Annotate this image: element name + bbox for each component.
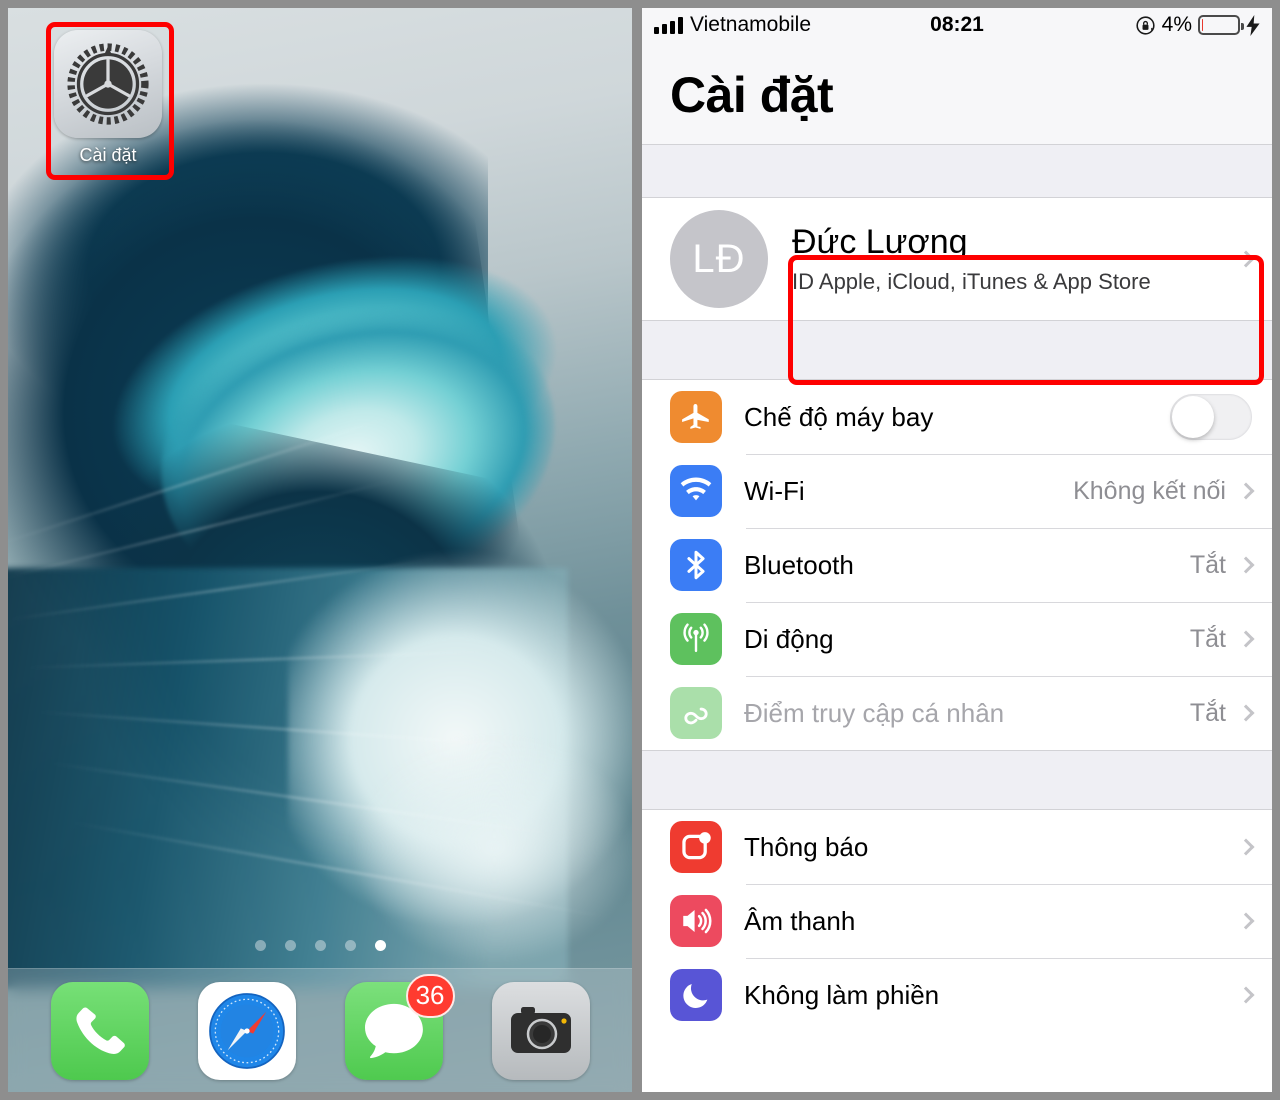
moon-icon <box>670 969 722 1021</box>
rotation-lock-icon <box>1135 15 1156 36</box>
signal-bars-icon <box>654 16 683 34</box>
status-bar: Vietnamobile 08:21 4% <box>642 8 1272 42</box>
account-name: Đức Lương <box>792 223 968 261</box>
settings-row-wifi[interactable]: Wi-Fi Không kết nối <box>642 454 1272 528</box>
page-dot-2[interactable] <box>284 940 296 951</box>
home-app-settings[interactable]: Cài đặt <box>44 30 172 180</box>
messages-badge: 36 <box>405 973 455 1018</box>
chevron-right-icon <box>1237 482 1255 500</box>
section-gap-top <box>642 144 1272 198</box>
carrier-name: Vietnamobile <box>690 13 812 36</box>
apple-id-row[interactable]: LĐ Đức Lương ID Apple, iCloud, iTunes & … <box>642 198 1272 320</box>
settings-row-hotspot[interactable]: Điểm truy cập cá nhân Tắt <box>642 676 1272 750</box>
settings-gear-icon[interactable] <box>54 30 162 138</box>
alerts-group: Thông báo Âm thanh Không làm phiền <box>642 810 1272 1032</box>
page-dot-3[interactable] <box>314 940 326 951</box>
chevron-right-icon <box>1237 556 1255 574</box>
hotspot-icon <box>670 687 722 739</box>
sounds-icon <box>670 895 722 947</box>
settings-row-value: Không kết nối <box>1073 476 1226 505</box>
cellular-icon <box>670 613 722 665</box>
battery-percent: 4% <box>1161 13 1192 36</box>
phone-app-icon[interactable] <box>50 981 149 1080</box>
settings-row-label: Di động <box>744 623 834 654</box>
settings-row-label: Thông báo <box>744 831 869 862</box>
page-indicator-dots[interactable] <box>8 940 632 951</box>
chevron-right-icon <box>1237 630 1255 648</box>
bluetooth-icon <box>670 539 722 591</box>
home-app-settings-label: Cài đặt <box>79 145 137 165</box>
section-gap-2 <box>642 750 1272 810</box>
chevron-right-icon <box>1237 912 1255 930</box>
messages-app-icon[interactable]: 36 <box>344 973 455 1080</box>
settings-row-notifications[interactable]: Thông báo <box>642 810 1272 884</box>
panel-divider <box>632 0 642 1100</box>
settings-row-label: Bluetooth <box>744 549 854 580</box>
chevron-right-icon <box>1237 838 1255 856</box>
connectivity-group: Chế độ máy bay Wi-Fi Không kết nối Bluetoot… <box>642 380 1272 750</box>
camera-app-icon[interactable] <box>491 981 590 1080</box>
settings-row-label: Chế độ máy bay <box>744 401 934 432</box>
account-subtitle: ID Apple, iCloud, iTunes & App Store <box>792 269 1151 294</box>
charging-bolt-icon <box>1246 14 1260 36</box>
account-group: LĐ Đức Lương ID Apple, iCloud, iTunes & … <box>642 198 1272 320</box>
settings-row-sounds[interactable]: Âm thanh <box>642 884 1272 958</box>
page-dot-5[interactable] <box>374 940 386 951</box>
toggle-knob <box>1172 396 1214 438</box>
settings-row-value: Tắt <box>1189 698 1226 727</box>
avatar-initials: LĐ <box>692 236 746 281</box>
page-title: Cài đặt <box>642 42 1272 144</box>
chevron-right-icon <box>1237 704 1255 722</box>
settings-row-label: Wi-Fi <box>744 475 805 506</box>
settings-row-value: Tắt <box>1189 550 1226 579</box>
ios-settings-screen: Vietnamobile 08:21 4% Cài đặt LĐ Đức Lươ… <box>642 8 1272 1092</box>
settings-row-label: Không làm phiền <box>744 979 940 1010</box>
settings-row-value: Tắt <box>1189 624 1226 653</box>
settings-row-label: Điểm truy cập cá nhân <box>744 697 1005 728</box>
section-gap-1 <box>642 320 1272 380</box>
airplane-icon <box>670 391 722 443</box>
toggle-switch[interactable] <box>1170 394 1252 440</box>
settings-row-label: Âm thanh <box>744 905 856 936</box>
settings-row-airplane[interactable]: Chế độ máy bay <box>642 380 1272 454</box>
settings-row-bluetooth[interactable]: Bluetooth Tắt <box>642 528 1272 602</box>
avatar: LĐ <box>670 210 768 308</box>
page-dot-1[interactable] <box>254 940 266 951</box>
settings-row-cellular[interactable]: Di động Tắt <box>642 602 1272 676</box>
home-dock: 36 <box>8 968 632 1092</box>
notifications-icon <box>670 821 722 873</box>
wifi-icon <box>670 465 722 517</box>
safari-app-icon[interactable] <box>197 981 296 1080</box>
iphone-home-screen: Cài đặt 36 <box>8 8 632 1092</box>
screenshot-root: Cài đặt 36 Vietnamobile 08:21 4% Cài đặt… <box>0 0 1280 1100</box>
page-dot-4[interactable] <box>344 940 356 951</box>
settings-row-moon[interactable]: Không làm phiền <box>642 958 1272 1032</box>
chevron-right-icon <box>1237 250 1255 268</box>
chevron-right-icon <box>1237 986 1255 1004</box>
battery-icon <box>1198 15 1244 35</box>
